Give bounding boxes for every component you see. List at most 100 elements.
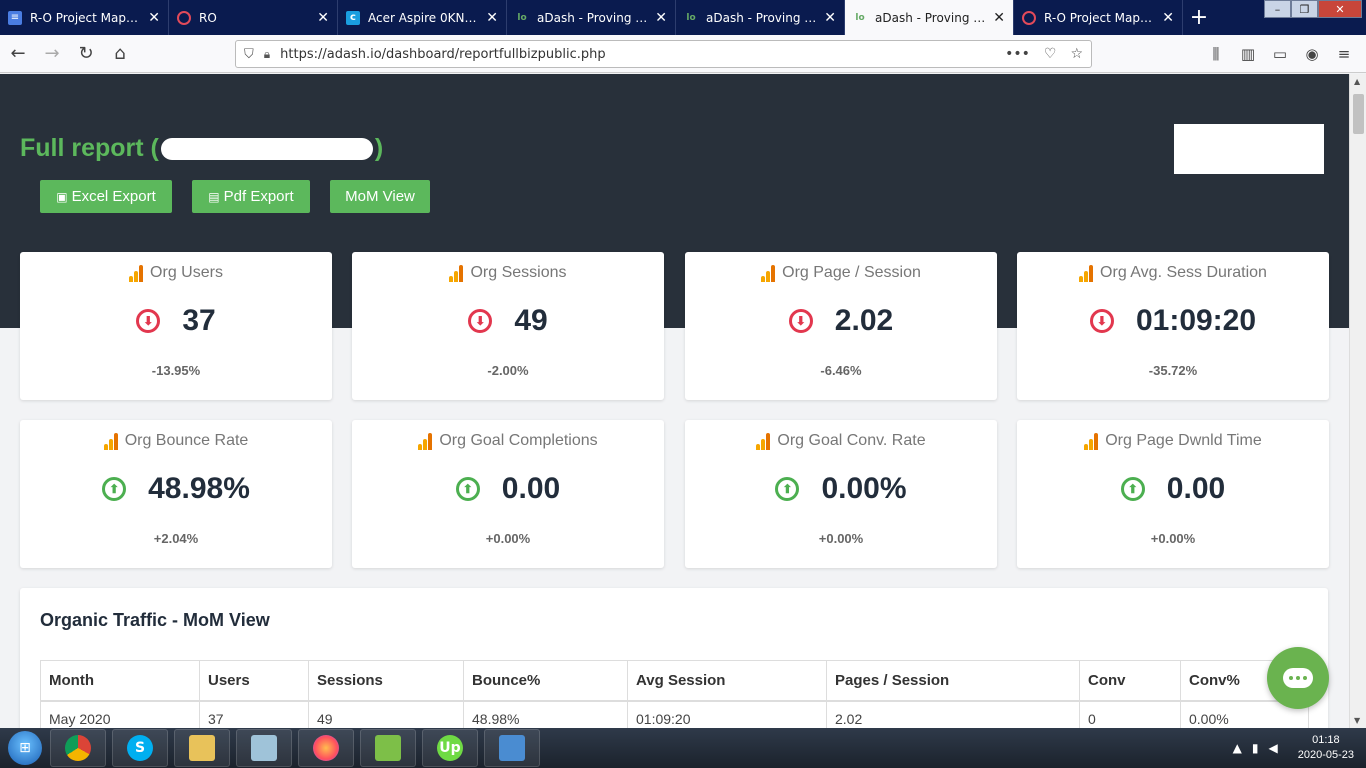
close-icon[interactable]: ✕ [1162, 11, 1174, 25]
pocket-icon[interactable]: ♡ [1044, 46, 1057, 62]
pdf-export-button[interactable]: ▤ Pdf Export [192, 180, 310, 213]
tab-label: R-O Project Mapper [30, 10, 143, 25]
start-button[interactable]: ⊞ [0, 728, 50, 768]
back-button[interactable]: ← [2, 38, 34, 70]
column-header: Pages / Session [826, 660, 1080, 702]
metric-change: -2.00% [487, 363, 529, 378]
close-icon[interactable]: ✕ [148, 11, 160, 25]
taskbar-app[interactable] [236, 729, 292, 767]
metric-card-page-session: Org Page / Session ⬇ 2.02 -6.46% [685, 252, 997, 400]
table-cell: 48.98% [463, 700, 628, 728]
windows-taskbar: ⊞ S Up ▲ ▮ ◀ 01:18 2020-05-23 [0, 728, 1366, 768]
skype-icon: S [127, 735, 153, 761]
browser-tab[interactable]: c Acer Aspire 0KN1-0T ✕ [338, 0, 507, 35]
browser-tab-strip: ≡ R-O Project Mapper ✕ RO ✕ c Acer Aspir… [0, 0, 1366, 35]
network-icon[interactable]: ▮ [1252, 741, 1259, 755]
reload-button[interactable]: ↻ [70, 38, 102, 70]
arrow-down-icon: ⬇ [1089, 309, 1114, 333]
metric-change: +0.00% [485, 531, 531, 546]
tab-label: R-O Project Mapper [1044, 10, 1157, 25]
scrollbar-thumb[interactable] [1353, 94, 1364, 134]
metric-value: 0.00 [1166, 472, 1226, 505]
title-suffix: ) [374, 134, 384, 162]
container-icon[interactable]: ▭ [1264, 39, 1296, 69]
metric-value: 0.00% [821, 472, 907, 505]
excel-export-button[interactable]: ▣ Excel Export [40, 180, 172, 213]
url-bar[interactable]: ⛉ 🔒︎ https://adash.io/dashboard/reportfu… [235, 40, 1092, 68]
upwork-icon: Up [437, 735, 463, 761]
table-cell: May 2020 [40, 700, 200, 728]
metric-card-goal-completions: Org Goal Completions ⬆ 0.00 +0.00% [352, 420, 664, 568]
column-header: Bounce% [463, 660, 628, 702]
tab-label: aDash - Proving your [537, 10, 650, 25]
analytics-icon [418, 433, 433, 450]
adash-icon: lo [517, 12, 527, 23]
account-icon[interactable]: ◉ [1296, 39, 1328, 69]
close-icon[interactable]: ✕ [486, 11, 498, 25]
redacted-name [160, 138, 373, 161]
pdf-file-icon: ▤ [208, 189, 220, 204]
taskbar-photos[interactable] [484, 729, 540, 767]
url-text[interactable]: https://adash.io/dashboard/reportfullbiz… [280, 47, 991, 62]
close-icon[interactable]: ✕ [655, 11, 667, 25]
browser-tab[interactable]: ≡ R-O Project Mapper ✕ [0, 0, 169, 35]
bookmark-star-icon[interactable]: ☆ [1070, 46, 1083, 62]
doc-icon: ≡ [8, 10, 22, 25]
window-close-button[interactable]: ✕ [1318, 0, 1362, 18]
library-icon[interactable]: ⫼ [1200, 39, 1232, 69]
lock-icon[interactable]: 🔒︎ [264, 47, 270, 62]
chat-bubble-icon [1283, 668, 1313, 688]
taskbar-explorer[interactable] [174, 729, 230, 767]
shield-icon[interactable]: ⛉ [244, 47, 254, 62]
metric-title: Org Page Dwnld Time [1105, 432, 1262, 449]
forward-button[interactable]: → [36, 38, 68, 70]
scroll-down-icon[interactable]: ▼ [1354, 716, 1360, 725]
analytics-icon [449, 265, 464, 282]
browser-tab[interactable]: R-O Project Mapper ✕ [1014, 0, 1183, 35]
tab-label: Acer Aspire 0KN1-0T [368, 10, 481, 25]
close-icon[interactable]: ✕ [993, 11, 1005, 25]
sidebar-icon[interactable]: ▥ [1232, 39, 1264, 69]
browser-tab[interactable]: RO ✕ [169, 0, 338, 35]
taskbar-chrome[interactable] [50, 729, 106, 767]
table-cell: 37 [199, 700, 309, 728]
photos-icon [499, 735, 525, 761]
browser-tab[interactable]: lo aDash - Proving your ✕ [507, 0, 676, 35]
taskbar-upwork[interactable]: Up [422, 729, 478, 767]
close-icon[interactable]: ✕ [824, 11, 836, 25]
arrow-down-icon: ⬇ [468, 309, 493, 333]
close-icon[interactable]: ✕ [317, 11, 329, 25]
mom-view-button[interactable]: MoM View [330, 180, 430, 213]
adash-icon: lo [686, 12, 696, 23]
metric-change: +0.00% [1150, 531, 1196, 546]
browser-tab[interactable]: lo aDash - Proving your ✕ [676, 0, 845, 35]
browser-tab-active[interactable]: lo aDash - Proving your ✕ [845, 0, 1014, 35]
analytics-icon [103, 433, 119, 450]
taskbar-skype[interactable]: S [112, 729, 168, 767]
vertical-scrollbar[interactable]: ▲ ▼ [1349, 74, 1366, 728]
scroll-up-icon[interactable]: ▲ [1354, 77, 1360, 86]
minimize-button[interactable]: – [1264, 0, 1291, 18]
taskbar-firefox[interactable] [298, 729, 354, 767]
clock[interactable]: 01:18 2020-05-23 [1298, 733, 1354, 763]
app-icon [251, 735, 277, 761]
metric-card-avg-duration: Org Avg. Sess Duration ⬇ 01:09:20 -35.72% [1017, 252, 1329, 400]
table-cell: 01:09:20 [627, 700, 827, 728]
new-tab-button[interactable]: + [1183, 0, 1215, 35]
metric-title: Org Bounce Rate [124, 432, 249, 449]
analytics-icon [1084, 433, 1099, 450]
page-content: Full report () ▣ Excel Export ▤ Pdf Expo… [0, 74, 1349, 728]
show-hidden-icons-icon[interactable]: ▲ [1233, 741, 1242, 755]
maximize-button[interactable]: ❐ [1291, 0, 1318, 18]
metric-title: Org Goal Completions [439, 432, 598, 449]
menu-icon[interactable]: ≡ [1328, 39, 1360, 69]
home-button[interactable]: ⌂ [104, 38, 136, 70]
arrow-up-icon: ⬆ [1120, 477, 1145, 501]
windows-logo-icon: ⊞ [8, 731, 42, 765]
page-actions-icon[interactable]: ••• [1005, 46, 1030, 62]
taskbar-notepad[interactable] [360, 729, 416, 767]
metric-change: +0.00% [818, 531, 864, 546]
table-cell: 49 [308, 700, 464, 728]
volume-icon[interactable]: ◀ [1268, 741, 1277, 755]
chat-widget-button[interactable] [1267, 647, 1329, 709]
